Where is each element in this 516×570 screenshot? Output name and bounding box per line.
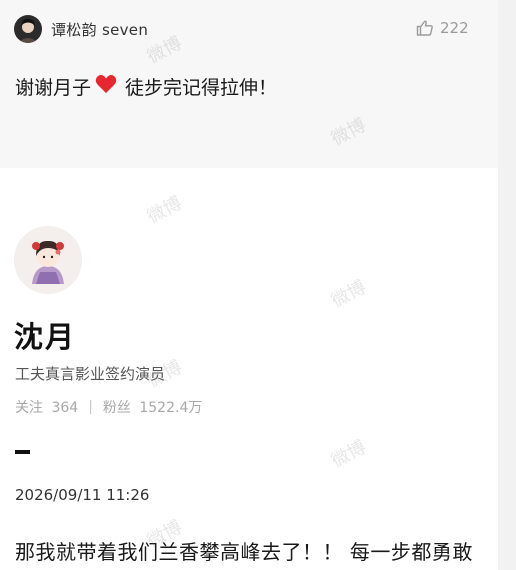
followers-label: 粉丝	[102, 400, 131, 416]
section-divider-mark	[15, 450, 30, 454]
following-stat[interactable]: 关注 364	[15, 397, 78, 417]
post-text: 那我就带着我们兰香攀高峰去了！！ 每一步都勇敢	[15, 540, 473, 564]
like-count: 222	[440, 19, 469, 37]
comment-text-before: 谢谢月子	[15, 77, 92, 99]
following-count: 364	[51, 400, 79, 416]
scroll-edge	[498, 0, 516, 570]
stats-divider: |	[88, 399, 93, 415]
comment-text: 谢谢月子 徒步完记得拉伸！	[15, 73, 277, 100]
profile-name[interactable]: 沈月	[14, 314, 76, 356]
profile-stats: 关注 364 | 粉丝 1522.4万	[15, 397, 202, 417]
like-button[interactable]: 222	[416, 19, 469, 37]
comment-text-after: 徒步完记得拉伸！	[125, 77, 278, 99]
following-label: 关注	[15, 400, 43, 416]
thumbs-up-icon	[416, 19, 434, 37]
profile-avatar[interactable]	[14, 226, 82, 294]
heart-icon	[95, 74, 117, 99]
watermark: 微博	[143, 192, 186, 229]
post-timestamp: 2026/09/11 11:26	[15, 486, 150, 504]
watermark: 微博	[327, 276, 370, 313]
profile-certification: 工夫真言影业签约演员	[15, 365, 166, 383]
commenter-avatar[interactable]	[14, 15, 42, 43]
followers-count: 1522.4万	[139, 400, 203, 416]
commenter-name[interactable]: 谭松韵 seven	[51, 19, 148, 40]
watermark: 微博	[327, 436, 370, 473]
followers-stat[interactable]: 粉丝 1522.4万	[103, 397, 202, 417]
